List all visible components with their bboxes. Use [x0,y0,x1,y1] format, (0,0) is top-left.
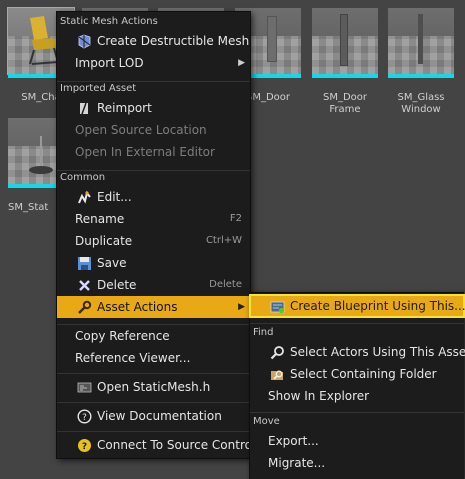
menu-item-label: Connect To Source Control [97,438,256,452]
folder-search-icon [271,370,283,380]
menu-item-open-staticmesh-h[interactable]: Open StaticMesh.h [57,376,250,398]
delete-icon [79,280,90,291]
submenu-arrow-icon: ▶ [238,302,245,312]
source-control-icon: ? [78,439,91,452]
menu-item-export[interactable]: Export... [250,430,464,452]
menu-separator [250,323,464,324]
menu-item-label: Reimport [97,101,152,115]
menu-item-label: Open Source Location [75,123,207,137]
asset-type-bar [388,74,454,78]
reimport-icon [80,102,88,115]
asset-type-bar [312,74,378,78]
menu-item-open-source-location[interactable]: Open Source Location [57,119,250,141]
svg-text:?: ? [82,413,87,423]
menu-item-label: Rename [75,212,125,226]
section-header-imported-asset: Imported Asset [60,83,137,94]
menu-item-edit[interactable]: Edit... [57,186,250,208]
menu-item-label: Migrate... [268,456,326,470]
wrench-icon [78,300,92,314]
asset-name: SM_Door Frame [322,92,368,115]
shortcut-label: F2 [229,213,242,224]
section-header-static-mesh-actions: Static Mesh Actions [60,16,158,27]
menu-separator [250,412,464,413]
door-frame-thumbnail-icon [312,8,378,74]
asset-actions-submenu: Create Blueprint Using This... Find Sele… [249,292,465,479]
menu-separator [57,373,250,374]
menu-item-create-destructible-mesh[interactable]: Create Destructible Mesh [57,30,250,52]
menu-item-select-containing-folder[interactable]: Select Containing Folder [250,363,464,385]
menu-item-rename[interactable]: Rename F2 [57,208,250,230]
menu-item-label: Create Blueprint Using This... [290,299,465,313]
menu-separator [57,402,250,403]
menu-item-label: Edit... [97,190,132,204]
menu-item-label: Import LOD [75,56,144,70]
menu-item-open-in-external-editor[interactable]: Open In External Editor [57,141,250,163]
help-icon: ? [77,409,92,424]
menu-item-label: Delete [97,278,137,292]
menu-item-create-blueprint[interactable]: Create Blueprint Using This... [249,294,465,318]
menu-item-import-lod[interactable]: Import LOD ▶ [57,52,250,74]
menu-item-label: Open StaticMesh.h [97,380,211,394]
menu-separator [57,431,250,432]
menu-item-duplicate[interactable]: Duplicate Ctrl+W [57,230,250,252]
shortcut-label: Delete [209,279,242,290]
blueprint-icon [270,301,285,314]
menu-item-delete[interactable]: Delete Delete [57,274,250,296]
menu-item-label: Reference Viewer... [75,351,191,365]
destructible-mesh-icon [78,34,91,49]
menu-item-label: Select Actors Using This Asset [290,345,465,359]
menu-item-label: Select Containing Folder [290,367,437,381]
glass-window-thumbnail-icon [388,8,454,74]
save-icon [78,257,91,270]
menu-item-view-documentation[interactable]: ? View Documentation [57,405,250,427]
svg-text:?: ? [82,442,87,452]
menu-item-reimport[interactable]: Reimport [57,97,250,119]
menu-item-migrate[interactable]: Migrate... [250,452,464,474]
menu-item-label: Duplicate [75,234,133,248]
edit-icon [78,190,91,204]
menu-item-label: View Documentation [97,409,222,423]
menu-item-asset-actions[interactable]: Asset Actions ▶ [57,296,250,318]
context-menu: Static Mesh Actions Create Destructible … [56,11,255,459]
menu-item-select-actors-using-asset[interactable]: Select Actors Using This Asset [250,341,465,363]
menu-item-copy-reference[interactable]: Copy Reference [57,325,250,347]
section-header-find: Find [253,327,274,338]
source-code-icon [77,382,92,393]
menu-item-label: Show In Explorer [268,389,370,403]
menu-item-label: Asset Actions [97,300,178,314]
section-header-common: Common [60,172,106,183]
menu-item-save[interactable]: Save [57,252,250,274]
menu-item-label: Copy Reference [75,329,170,343]
submenu-arrow-icon: ▶ [238,58,245,68]
asset-name: SM_Glass Window [397,92,445,115]
menu-item-label: Export... [268,434,319,448]
shortcut-label: Ctrl+W [205,235,242,246]
menu-item-label: Create Destructible Mesh [97,34,250,48]
menu-item-label: Save [97,256,127,270]
menu-item-reference-viewer[interactable]: Reference Viewer... [57,347,250,369]
menu-item-label: Open In External Editor [75,145,215,159]
menu-item-show-in-explorer[interactable]: Show In Explorer [250,385,464,407]
menu-item-connect-to-source-control[interactable]: ? Connect To Source Control [57,434,255,456]
section-header-move: Move [253,416,280,427]
search-icon [270,346,284,360]
